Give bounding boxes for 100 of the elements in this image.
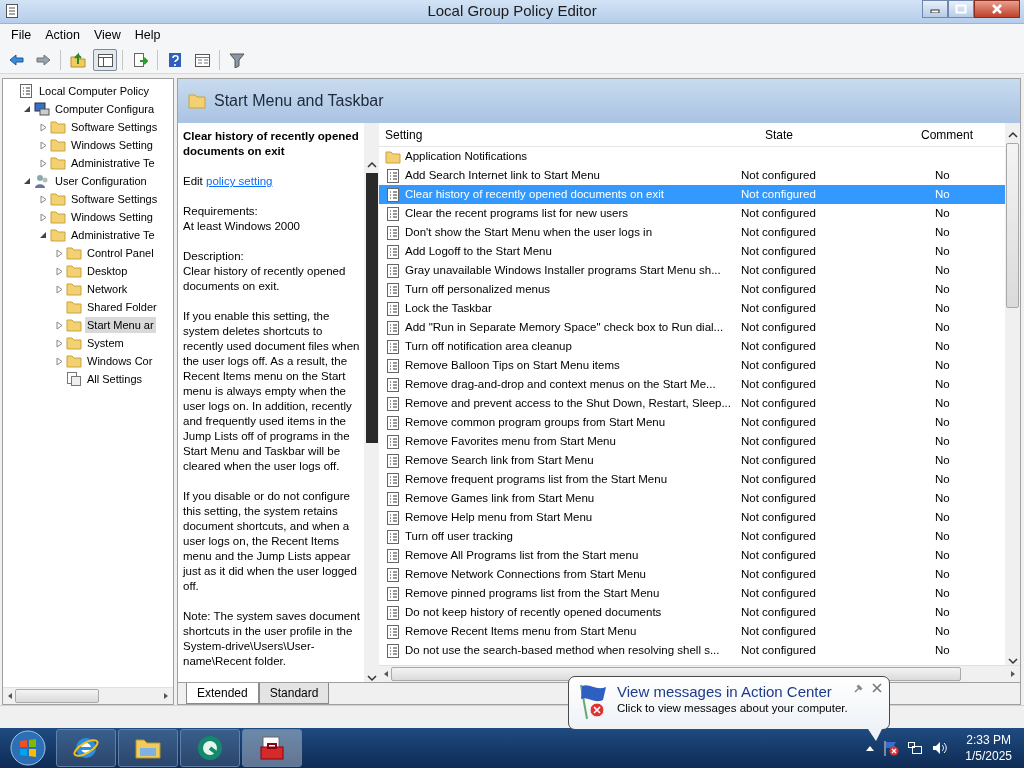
table-row[interactable]: Remove frequent programs list from the Start Menu Not configured No	[379, 470, 1005, 489]
volume-icon[interactable]	[931, 740, 948, 756]
taskbar-button[interactable]	[242, 729, 302, 767]
table-row[interactable]: Add Logoff to the Start Menu Not configured No	[379, 242, 1005, 261]
table-row[interactable]: Turn off notification area cleanup Not configured No	[379, 337, 1005, 356]
tree-item[interactable]: Windows Setting	[69, 208, 155, 226]
expanded-arrow-icon[interactable]	[39, 231, 47, 239]
pin-icon[interactable]	[853, 683, 864, 693]
tree-item[interactable]: Software Settings	[69, 190, 160, 208]
taskbar-button[interactable]	[118, 729, 178, 767]
scroll-down-icon[interactable]	[1007, 657, 1018, 665]
policy-icon	[18, 83, 34, 99]
taskbar-button[interactable]	[56, 729, 116, 767]
view-tab[interactable]: Extended	[186, 683, 259, 704]
table-row[interactable]: Add Search Internet link to Start Menu Not configured No	[379, 166, 1005, 185]
collapsed-arrow-icon[interactable]	[39, 140, 47, 150]
comment-text: No	[935, 339, 950, 352]
policy-icon	[385, 338, 401, 355]
tree-item[interactable]: Administrative Te	[69, 154, 157, 172]
collapsed-arrow-icon[interactable]	[55, 320, 63, 330]
maximize-button[interactable]	[948, 0, 974, 18]
table-row[interactable]: Remove Help menu from Start Menu Not configured No	[379, 508, 1005, 527]
minimize-button[interactable]	[922, 0, 948, 18]
tree-item[interactable]: Start Menu ar	[85, 316, 156, 334]
scroll-thumb[interactable]	[365, 173, 378, 443]
table-row[interactable]: Turn off user tracking Not configured No	[379, 527, 1005, 546]
vertical-scrollbar[interactable]	[364, 123, 379, 682]
scroll-up-icon[interactable]	[366, 161, 377, 169]
tree-item[interactable]: Windows Cor	[85, 352, 155, 370]
tree-item[interactable]: System	[85, 334, 126, 352]
action-center-flag-icon[interactable]	[883, 740, 900, 756]
tree-item[interactable]: Local Computer Policy	[37, 82, 152, 100]
view-tab[interactable]: Standard	[258, 683, 330, 704]
scroll-thumb[interactable]	[1006, 143, 1019, 308]
collapsed-arrow-icon[interactable]	[55, 266, 63, 276]
table-row[interactable]: Don't show the Start Menu when the user logs in Not configured No	[379, 223, 1005, 242]
tree-item[interactable]: Desktop	[85, 262, 130, 280]
table-row[interactable]: Do not keep history of recently opened documents Not configured No	[379, 603, 1005, 622]
table-row[interactable]: Remove Balloon Tips on Start Menu items Not configured No	[379, 356, 1005, 375]
collapsed-arrow-icon[interactable]	[55, 356, 63, 366]
table-row[interactable]: Turn off personalized menus Not configured No	[379, 280, 1005, 299]
vertical-scrollbar[interactable]	[1005, 123, 1020, 665]
table-row[interactable]: Do not use the search-based method when resolving shell s... Not configured No	[379, 641, 1005, 660]
tree-item[interactable]: Shared Folder	[85, 298, 159, 316]
menu-item[interactable]: Action	[38, 25, 87, 45]
tree-item[interactable]: All Settings	[85, 370, 145, 388]
collapsed-arrow-icon[interactable]	[39, 194, 47, 204]
scroll-left-icon[interactable]	[7, 692, 13, 700]
column-header[interactable]: Comment	[897, 125, 1005, 144]
taskbar-button[interactable]	[180, 729, 240, 767]
table-row[interactable]: Remove Favorites menu from Start Menu Not configured No	[379, 432, 1005, 451]
tree-item[interactable]: Software Settings	[69, 118, 160, 136]
table-row[interactable]: Add "Run in Separate Memory Space" check box to Run dial... Not configured No	[379, 318, 1005, 337]
table-row[interactable]: Application Notifications	[379, 147, 1005, 166]
collapsed-arrow-icon[interactable]	[39, 212, 47, 222]
expanded-arrow-icon[interactable]	[23, 177, 31, 185]
table-row[interactable]: Remove Games link from Start Menu Not configured No	[379, 489, 1005, 508]
table-row[interactable]: Remove Network Connections from Start Menu Not configured No	[379, 565, 1005, 584]
tree-item[interactable]: Network	[85, 280, 130, 298]
policy-setting-link[interactable]: policy setting	[206, 175, 273, 187]
tree-item[interactable]: Computer Configura	[53, 100, 157, 118]
tree-item[interactable]: Windows Setting	[69, 136, 155, 154]
network-icon[interactable]	[907, 740, 924, 756]
expanded-arrow-icon[interactable]	[23, 105, 31, 113]
tree-item[interactable]: Control Panel	[85, 244, 156, 262]
table-row[interactable]: Remove pinned programs list from the Start Menu Not configured No	[379, 584, 1005, 603]
table-row[interactable]: Remove All Programs list from the Start menu Not configured No	[379, 546, 1005, 565]
menu-item[interactable]: View	[86, 25, 128, 45]
horizontal-scrollbar[interactable]	[3, 687, 173, 704]
table-row[interactable]: Remove Recent Items menu from Start Menu Not configured No	[379, 622, 1005, 641]
close-icon[interactable]	[871, 683, 882, 693]
tree-item[interactable]: Administrative Te	[69, 226, 157, 244]
tree-item[interactable]: User Configuration	[53, 172, 149, 190]
collapsed-arrow-icon[interactable]	[39, 122, 47, 132]
table-row[interactable]: Remove common program groups from Start Menu Not configured No	[379, 413, 1005, 432]
table-row[interactable]: Gray unavailable Windows Installer programs Start Menu sh... Not configured No	[379, 261, 1005, 280]
scroll-right-icon[interactable]	[1010, 670, 1016, 678]
close-button[interactable]	[974, 0, 1020, 18]
table-row[interactable]: Remove and prevent access to the Shut Down, Restart, Sleep... Not configured No	[379, 394, 1005, 413]
show-hidden-icons-icon[interactable]	[865, 744, 876, 752]
scroll-down-icon[interactable]	[366, 674, 377, 682]
scroll-left-icon[interactable]	[383, 670, 389, 678]
table-row[interactable]: Clear the recent programs list for new users Not configured No	[379, 204, 1005, 223]
menu-item[interactable]: Help	[127, 25, 168, 45]
table-row[interactable]: Remove Search link from Start Menu Not configured No	[379, 451, 1005, 470]
scroll-thumb[interactable]	[15, 689, 99, 703]
console-tree-button[interactable]	[93, 48, 117, 71]
table-row[interactable]: Remove drag-and-drop and context menus on the Start Me... Not configured No	[379, 375, 1005, 394]
menu-item[interactable]: File	[4, 25, 39, 45]
collapsed-arrow-icon[interactable]	[55, 248, 63, 258]
scroll-right-icon[interactable]	[163, 692, 169, 700]
scroll-up-icon[interactable]	[1007, 131, 1018, 139]
action-center-toast[interactable]: View messages in Action Center Click to view messages about your computer.	[568, 676, 890, 730]
clock[interactable]: 2:33 PM 1/5/2025	[965, 732, 1012, 764]
collapsed-arrow-icon[interactable]	[39, 158, 47, 168]
collapsed-arrow-icon[interactable]	[55, 284, 63, 294]
collapsed-arrow-icon[interactable]	[55, 338, 63, 348]
column-header[interactable]: Setting	[379, 125, 737, 144]
column-header[interactable]: State	[737, 125, 897, 144]
table-row[interactable]: Lock the Taskbar Not configured No	[379, 299, 1005, 318]
